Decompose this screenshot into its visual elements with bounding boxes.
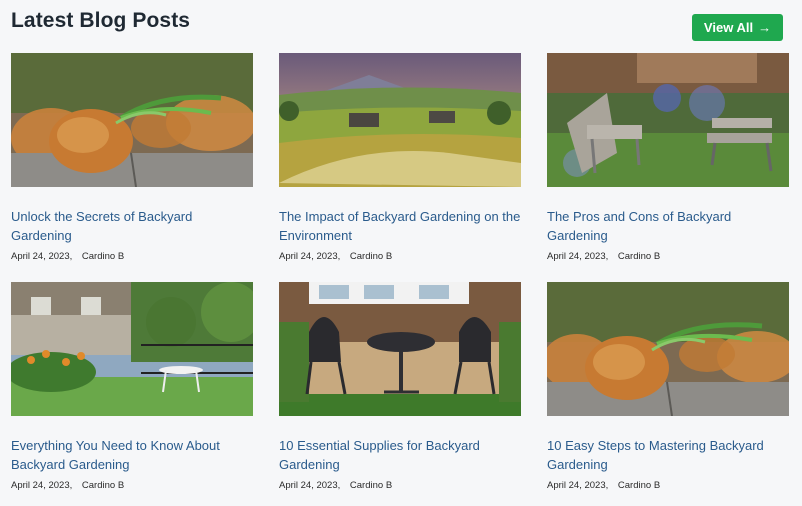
garden-chairs-image bbox=[547, 53, 789, 187]
blog-post-card: The Impact of Backyard Gardening on the … bbox=[279, 53, 521, 262]
post-title-link[interactable]: 10 Easy Steps to Mastering Backyard Gard… bbox=[547, 436, 789, 474]
post-author: Cardino B bbox=[349, 251, 393, 262]
post-thumbnail[interactable] bbox=[547, 53, 789, 187]
post-title-link[interactable]: The Pros and Cons of Backyard Gardening bbox=[547, 207, 789, 245]
post-date: April 24, 2023, bbox=[11, 251, 73, 262]
blog-post-card: 10 Essential Supplies for Backyard Garde… bbox=[279, 282, 521, 491]
post-thumbnail[interactable] bbox=[11, 282, 253, 416]
post-meta: April 24, 2023, Cardino B bbox=[11, 251, 253, 262]
post-thumbnail[interactable] bbox=[547, 282, 789, 416]
post-date: April 24, 2023, bbox=[279, 480, 341, 491]
onion-bulb-image bbox=[547, 282, 789, 416]
blog-post-card: Unlock the Secrets of Backyard Gardening… bbox=[11, 53, 253, 262]
blog-post-card: The Pros and Cons of Backyard Gardening … bbox=[547, 53, 789, 262]
post-meta: April 24, 2023, Cardino B bbox=[279, 480, 521, 491]
section-title: Latest Blog Posts bbox=[11, 9, 191, 32]
arrow-right-icon: → bbox=[758, 20, 772, 35]
patio-bistro-set-image bbox=[279, 282, 521, 416]
post-date: April 24, 2023, bbox=[11, 480, 73, 491]
post-date: April 24, 2023, bbox=[547, 251, 609, 262]
post-date: April 24, 2023, bbox=[547, 480, 609, 491]
section-header: Latest Blog Posts View All → bbox=[11, 9, 783, 43]
view-all-button[interactable]: View All → bbox=[692, 14, 783, 41]
blog-post-card: Everything You Need to Know About Backya… bbox=[11, 282, 253, 491]
post-title-link[interactable]: 10 Essential Supplies for Backyard Garde… bbox=[279, 436, 521, 474]
post-meta: April 24, 2023, Cardino B bbox=[11, 480, 253, 491]
post-title-link[interactable]: The Impact of Backyard Gardening on the … bbox=[279, 207, 521, 245]
post-thumbnail[interactable] bbox=[11, 53, 253, 187]
post-author: Cardino B bbox=[349, 480, 393, 491]
post-meta: April 24, 2023, Cardino B bbox=[547, 251, 789, 262]
post-author: Cardino B bbox=[81, 251, 125, 262]
blog-post-card: 10 Easy Steps to Mastering Backyard Gard… bbox=[547, 282, 789, 491]
post-meta: April 24, 2023, Cardino B bbox=[279, 251, 521, 262]
view-all-label: View All bbox=[703, 20, 754, 35]
post-author: Cardino B bbox=[617, 480, 661, 491]
post-thumbnail[interactable] bbox=[279, 53, 521, 187]
post-thumbnail[interactable] bbox=[279, 282, 521, 416]
house-yard-flowers-image bbox=[11, 282, 253, 416]
post-author: Cardino B bbox=[617, 251, 661, 262]
post-title-link[interactable]: Everything You Need to Know About Backya… bbox=[11, 436, 253, 474]
countryside-landscape-image bbox=[279, 53, 521, 187]
post-title-link[interactable]: Unlock the Secrets of Backyard Gardening bbox=[11, 207, 253, 245]
post-meta: April 24, 2023, Cardino B bbox=[547, 480, 789, 491]
post-author: Cardino B bbox=[81, 480, 125, 491]
post-date: April 24, 2023, bbox=[279, 251, 341, 262]
onion-bulb-image bbox=[11, 53, 253, 187]
